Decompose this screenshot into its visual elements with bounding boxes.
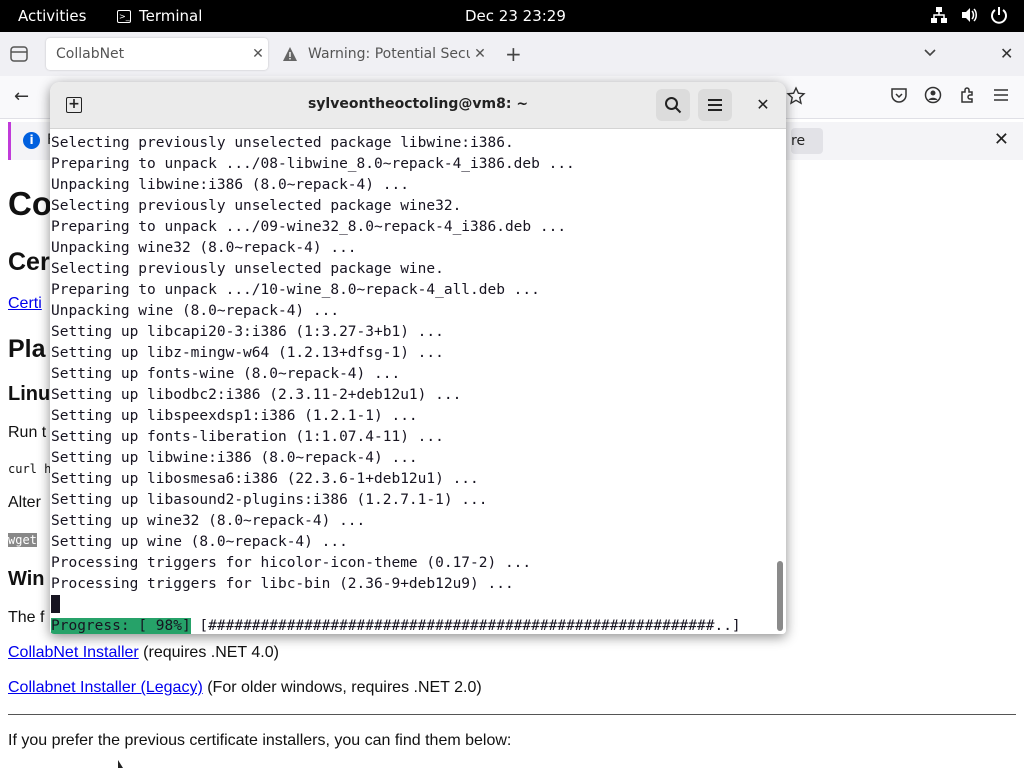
terminal-line: Setting up libasound2-plugins:i386 (1.2.… [51,492,488,508]
certificate-link[interactable]: Certi [8,295,42,312]
search-icon [665,97,682,114]
installer-note: (requires .NET 4.0) [138,644,279,661]
terminal-line: Processing triggers for libc-bin (2.36-9… [51,576,514,592]
search-button[interactable] [656,89,690,121]
new-tab-icon[interactable]: + [505,42,522,66]
terminal-scrollbar[interactable] [774,129,786,634]
window-close-icon[interactable]: ✕ [1000,44,1013,63]
curl-command: curl h [8,462,52,476]
network-icon [931,7,947,23]
warning-icon [283,47,297,61]
divider [8,714,1016,715]
terminal-line: Setting up libspeexdsp1:i386 (1.2.1-1) .… [51,408,418,424]
previous-installers-text: If you prefer the previous certificate i… [8,732,512,749]
system-tray[interactable] [930,6,1008,24]
pocket-icon[interactable] [890,86,908,104]
app-menu-label: Terminal [139,7,203,25]
terminal-line: Unpacking libwine:i386 (8.0~repack-4) ..… [51,177,409,193]
legacy-installer-note: (For older windows, requires .NET 2.0) [202,679,482,696]
terminal-line: Setting up fonts-wine (8.0~repack-4) ... [51,366,401,382]
info-icon: i [23,132,40,149]
extensions-icon[interactable] [958,86,976,104]
terminal-line: Preparing to unpack .../10-wine_8.0~repa… [51,282,540,298]
terminal-window[interactable]: + sylveontheoctoling@vm8: ~ ✕ Selecting … [50,82,786,634]
wget-command: wget [8,533,37,547]
tab-collabnet[interactable]: CollabNet ✕ [46,38,268,70]
terminal-line: Setting up libwine:i386 (8.0~repack-4) .… [51,450,418,466]
terminal-header-bar[interactable]: + sylveontheoctoling@vm8: ~ ✕ [50,82,786,129]
heading-linux: Linu [8,383,51,405]
heading-certificates: Cer [8,248,50,276]
collabnet-installer-link[interactable]: CollabNet Installer [8,644,139,661]
activities-button[interactable]: Activities [18,7,86,25]
terminal-line: Selecting previously unselected package … [51,135,514,151]
close-window-button[interactable]: ✕ [750,92,776,118]
clock[interactable]: Dec 23 23:29 [465,7,566,25]
notification-action-button[interactable]: re [791,128,823,154]
mouse-cursor [118,760,123,768]
terminal-icon: >_ [117,9,131,23]
close-tab-icon[interactable]: ✕ [248,46,268,62]
terminal-line: Selecting previously unselected package … [51,198,462,214]
progress-bar: [#######################################… [190,618,741,634]
gnome-top-bar: Activities >_ Terminal Dec 23 23:29 [0,0,1024,32]
text-cursor [51,595,60,613]
tab-overview-icon[interactable] [8,43,30,65]
menu-button[interactable] [698,89,732,121]
terminal-line: Setting up wine32 (8.0~repack-4) ... [51,513,366,529]
terminal-line: Selecting previously unselected package … [51,261,444,277]
account-icon[interactable] [924,86,942,104]
terminal-line: Setting up libz-mingw-w64 (1.2.13+dfsg-1… [51,345,444,361]
terminal-line: Setting up fonts-liberation (1:1.07.4-11… [51,429,444,445]
close-tab-icon[interactable]: ✕ [470,46,490,62]
terminal-line: Setting up libcapi20-3:i386 (1:3.27-3+b1… [51,324,444,340]
scrollbar-thumb[interactable] [777,561,783,631]
close-icon[interactable]: ✕ [994,129,1009,150]
heading-platforms: Pla [8,335,46,363]
page-title: Co [8,185,52,222]
tab-title: CollabNet [56,46,125,62]
bookmark-star-icon[interactable] [786,86,806,106]
tab-title: Warning: Potential Securit [308,46,470,62]
terminal-line: Preparing to unpack .../09-wine32_8.0~re… [51,219,567,235]
chevron-down-icon[interactable] [922,44,938,60]
terminal-line: Processing triggers for hicolor-icon-the… [51,555,532,571]
hamburger-menu-icon [708,99,722,111]
terminal-line: Setting up libosmesa6:i386 (22.3.6-1+deb… [51,471,479,487]
terminal-line: Preparing to unpack .../08-libwine_8.0~r… [51,156,575,172]
terminal-lines: Selecting previously unselected package … [51,133,575,595]
tab-warning[interactable]: Warning: Potential Securit ✕ [272,38,490,70]
run-text: Run t [8,424,47,441]
terminal-line: Unpacking wine32 (8.0~repack-4) ... [51,240,357,256]
heading-windows: Win [8,568,45,590]
following-text: The f [8,609,45,626]
alternative-text: Alter [8,494,41,511]
volume-icon [962,8,977,22]
terminal-line: Setting up libodbc2:i386 (2.3.11-2+deb12… [51,387,462,403]
terminal-line: Setting up wine (8.0~repack-4) ... [51,534,348,550]
hamburger-menu-icon[interactable] [992,86,1010,104]
progress-label: Progress: [ 98%] [51,618,191,634]
terminal-output[interactable]: Selecting previously unselected package … [50,129,774,634]
progress-row: Progress: [ 98%] [######################… [51,616,741,634]
power-icon [991,7,1007,24]
terminal-line: Unpacking wine (8.0~repack-4) ... [51,303,340,319]
back-arrow-icon[interactable]: ← [14,86,29,107]
app-menu[interactable]: >_ Terminal [117,7,202,25]
legacy-installer-link[interactable]: Collabnet Installer (Legacy) [8,679,203,696]
